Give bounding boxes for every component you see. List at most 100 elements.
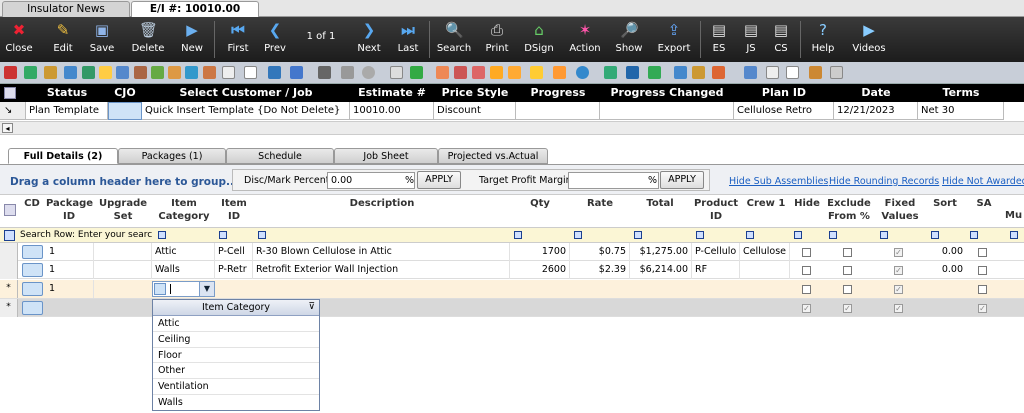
hierarchy-icon[interactable] <box>24 66 37 79</box>
filter-total-icon[interactable] <box>634 231 642 239</box>
filter-sa-icon[interactable] <box>970 231 978 239</box>
cd-button[interactable] <box>22 282 43 296</box>
filter-sort-icon[interactable] <box>931 231 939 239</box>
filter-icon[interactable]: ⊽ <box>308 300 315 315</box>
hide-rounding-records-link[interactable]: Hide Rounding Records <box>829 176 939 187</box>
scroll-left-arrow-icon[interactable]: ◂ <box>2 123 13 133</box>
package-icon[interactable] <box>692 66 705 79</box>
profit-margin-input[interactable] <box>568 172 659 189</box>
col-crew-1[interactable]: Crew 1 <box>742 197 790 210</box>
col-upgrade-set[interactable]: Upgrade Set <box>95 197 151 223</box>
sync-icon[interactable] <box>576 66 589 79</box>
cjo-cell[interactable] <box>108 102 142 120</box>
fixed-values-checkbox[interactable]: ✓ <box>894 248 903 257</box>
profit-apply-button[interactable]: APPLY <box>660 171 704 189</box>
grid-column-chooser-icon[interactable] <box>4 204 16 216</box>
header-customer[interactable]: Select Customer / Job <box>142 84 350 102</box>
filter-rate-icon[interactable] <box>574 231 582 239</box>
date-cell[interactable]: 12/21/2023 <box>834 102 918 120</box>
print-button[interactable]: ⎙ Print <box>480 17 514 62</box>
estimate-cell[interactable]: 10010.00 <box>350 102 434 120</box>
blank-page-icon[interactable] <box>786 66 799 79</box>
plan-id-cell[interactable]: Cellulose Retro <box>734 102 834 120</box>
filter-hide-icon[interactable] <box>794 231 802 239</box>
description-cell[interactable]: Retrofit Exterior Wall Injection <box>253 261 510 279</box>
percent-icon[interactable] <box>390 66 403 79</box>
sort-cell[interactable]: 0.00 <box>926 261 966 279</box>
header-status[interactable]: Status <box>26 84 108 102</box>
tools-icon[interactable] <box>318 66 331 79</box>
padlock-icon[interactable] <box>490 66 503 79</box>
category-cell[interactable]: Walls <box>152 261 215 279</box>
globe-icon[interactable] <box>185 66 198 79</box>
exclude-checkbox[interactable] <box>843 266 852 275</box>
product-cell[interactable]: P-Cellulo <box>692 243 740 261</box>
header-progress[interactable]: Progress <box>516 84 600 102</box>
package-cell[interactable]: 1 <box>46 243 94 261</box>
header-cjo[interactable]: CJO <box>108 84 142 102</box>
item-id-cell[interactable]: P-Cell <box>215 243 253 261</box>
dropdown-header[interactable]: Item Category ⊽ <box>153 300 319 316</box>
table-row[interactable]: 1 Attic P-Cell R-30 Blown Cellulose in A… <box>0 243 1024 261</box>
dropdown-option[interactable]: Ceiling <box>153 332 319 348</box>
progress-cell[interactable] <box>516 102 600 120</box>
item-id-cell[interactable]: P-Retr <box>215 261 253 279</box>
help-button[interactable]: ? Help <box>806 17 840 62</box>
sa-checkbox[interactable]: ✓ <box>978 304 987 313</box>
filter-mu-icon[interactable] <box>1010 231 1018 239</box>
rate-cell[interactable]: $2.39 <box>570 261 630 279</box>
cd-button[interactable] <box>22 245 43 259</box>
sa-checkbox[interactable] <box>978 285 987 294</box>
header-estimate[interactable]: Estimate # <box>350 84 434 102</box>
total-cell[interactable]: $6,214.00 <box>630 261 692 279</box>
monitor-icon[interactable] <box>290 66 303 79</box>
dropdown-option[interactable]: Walls <box>153 395 319 411</box>
crew-cell[interactable] <box>740 261 790 279</box>
es-button[interactable]: ▤ ES <box>705 17 733 62</box>
calendar-icon[interactable] <box>64 66 77 79</box>
hide-checkbox[interactable] <box>802 266 811 275</box>
col-product-id[interactable]: Product ID <box>692 197 740 223</box>
hide-sub-assemblies-link[interactable]: Hide Sub Assemblies <box>729 176 828 187</box>
product-cell[interactable]: RF <box>692 261 740 279</box>
edit-note-icon[interactable] <box>222 66 235 79</box>
hide-not-awarded-link[interactable]: Hide Not Awarded <box>942 176 1024 187</box>
total-cell[interactable]: $1,275.00 <box>630 243 692 261</box>
col-qty[interactable]: Qty <box>510 197 570 210</box>
hide-checkbox[interactable]: ✓ <box>802 304 811 313</box>
upgrade-set-cell[interactable] <box>94 243 152 261</box>
col-mu[interactable]: Mu <box>1005 209 1024 222</box>
sa-checkbox[interactable] <box>978 248 987 257</box>
user-lock-icon[interactable] <box>472 66 485 79</box>
customer-cell[interactable]: Quick Insert Template {Do Not Delete} <box>142 102 350 120</box>
schedule-icon[interactable] <box>674 66 687 79</box>
header-date[interactable]: Date <box>834 84 918 102</box>
filter-category-icon[interactable] <box>158 231 166 239</box>
editing-row[interactable]: * 1 ▼ ✓ <box>0 280 1024 299</box>
col-item-id[interactable]: Item ID <box>216 197 252 223</box>
package-cell[interactable]: 1 <box>46 280 94 298</box>
truck-icon[interactable] <box>134 66 147 79</box>
unlock-icon[interactable] <box>508 66 521 79</box>
col-exclude-from[interactable]: Exclude From % <box>825 197 873 223</box>
header-terms[interactable]: Terms <box>918 84 1004 102</box>
header-price-style[interactable]: Price Style <box>434 84 516 102</box>
brush-icon[interactable] <box>553 66 566 79</box>
filter-fixed-icon[interactable] <box>880 231 888 239</box>
description-cell[interactable]: R-30 Blown Cellulose in Attic <box>253 243 510 261</box>
tab-job-sheet[interactable]: Job Sheet <box>334 148 438 164</box>
col-fixed-values[interactable]: Fixed Values <box>876 197 924 223</box>
lock-icon[interactable] <box>436 66 449 79</box>
action-button[interactable]: ✶ Action <box>565 17 605 62</box>
filter-description-icon[interactable] <box>258 231 266 239</box>
window-icon[interactable] <box>626 66 639 79</box>
row-selector[interactable] <box>0 243 18 261</box>
header-plan-id[interactable]: Plan ID <box>734 84 834 102</box>
progress-changed-cell[interactable] <box>600 102 734 120</box>
table-row[interactable]: 1 Walls P-Retr Retrofit Exterior Wall In… <box>0 261 1024 279</box>
col-package-id[interactable]: Package ID <box>46 197 93 223</box>
delete-button[interactable]: 🗑 Delete <box>128 17 168 62</box>
exclude-checkbox[interactable] <box>843 248 852 257</box>
dropdown-option[interactable]: Floor <box>153 348 319 364</box>
gear-icon[interactable] <box>341 66 354 79</box>
